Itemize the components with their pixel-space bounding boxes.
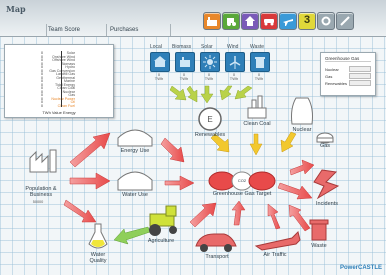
gas-symbol bbox=[316, 132, 334, 144]
air-traffic-symbol bbox=[254, 231, 301, 251]
water-use-label: Water Use bbox=[122, 192, 148, 198]
svg-text:E: E bbox=[207, 115, 212, 124]
transport-symbol bbox=[195, 233, 237, 252]
transport-label: Transport bbox=[205, 254, 229, 260]
arrow bbox=[160, 137, 185, 163]
arrow bbox=[267, 203, 281, 230]
source-arrows bbox=[169, 85, 253, 104]
nuclear-label: Nuclear bbox=[292, 127, 312, 133]
waste-symbol bbox=[309, 219, 329, 241]
ghg-target-label: Greenhouse Gas Target bbox=[212, 191, 272, 197]
arrow bbox=[164, 175, 195, 191]
population-label: Population & Business bbox=[25, 186, 57, 198]
renewables-symbol: E bbox=[198, 107, 222, 131]
co2-label: CO2 bbox=[237, 178, 247, 183]
energy-use-symbol bbox=[117, 129, 153, 147]
arrow bbox=[69, 132, 111, 168]
arrow bbox=[249, 133, 263, 156]
population-symbol bbox=[29, 149, 57, 173]
tractor-symbol bbox=[149, 205, 177, 236]
arrow bbox=[234, 85, 253, 100]
water-quality-symbol bbox=[88, 223, 108, 249]
arrow bbox=[189, 202, 217, 228]
arrow bbox=[288, 204, 311, 232]
water-use-symbol bbox=[117, 171, 153, 191]
arrow bbox=[231, 200, 246, 226]
arrow bbox=[219, 85, 233, 101]
renewables-label: Renewables bbox=[194, 132, 226, 138]
footer-logo: PowerCASTLE bbox=[339, 265, 382, 271]
arrow bbox=[280, 131, 297, 153]
impact-arrows bbox=[63, 132, 315, 232]
water-quality-label: Water Quality bbox=[89, 252, 107, 264]
game-board: Map Team Score Purchases 3 Solar 0 Onsho… bbox=[0, 0, 386, 275]
clean-coal-symbol bbox=[247, 95, 267, 119]
waste-label: Waste bbox=[311, 243, 327, 249]
arrow bbox=[289, 159, 315, 176]
population-value: 50000 bbox=[32, 200, 44, 204]
incidents-symbol bbox=[313, 169, 340, 200]
incidents-label: Incidents bbox=[315, 201, 338, 207]
arrow bbox=[200, 85, 214, 104]
gas-label: Gas bbox=[319, 143, 331, 149]
nuclear-symbol bbox=[291, 97, 313, 125]
arrow bbox=[69, 172, 111, 190]
arrow bbox=[169, 85, 187, 101]
agriculture-label: Agriculture bbox=[147, 238, 175, 244]
air-traffic-label: Air Traffic bbox=[263, 252, 287, 258]
arrow bbox=[186, 85, 198, 103]
energy-use-label: Energy Use bbox=[120, 148, 150, 154]
arrow bbox=[63, 199, 97, 223]
clean-coal-label: Clean Coal bbox=[243, 121, 271, 127]
